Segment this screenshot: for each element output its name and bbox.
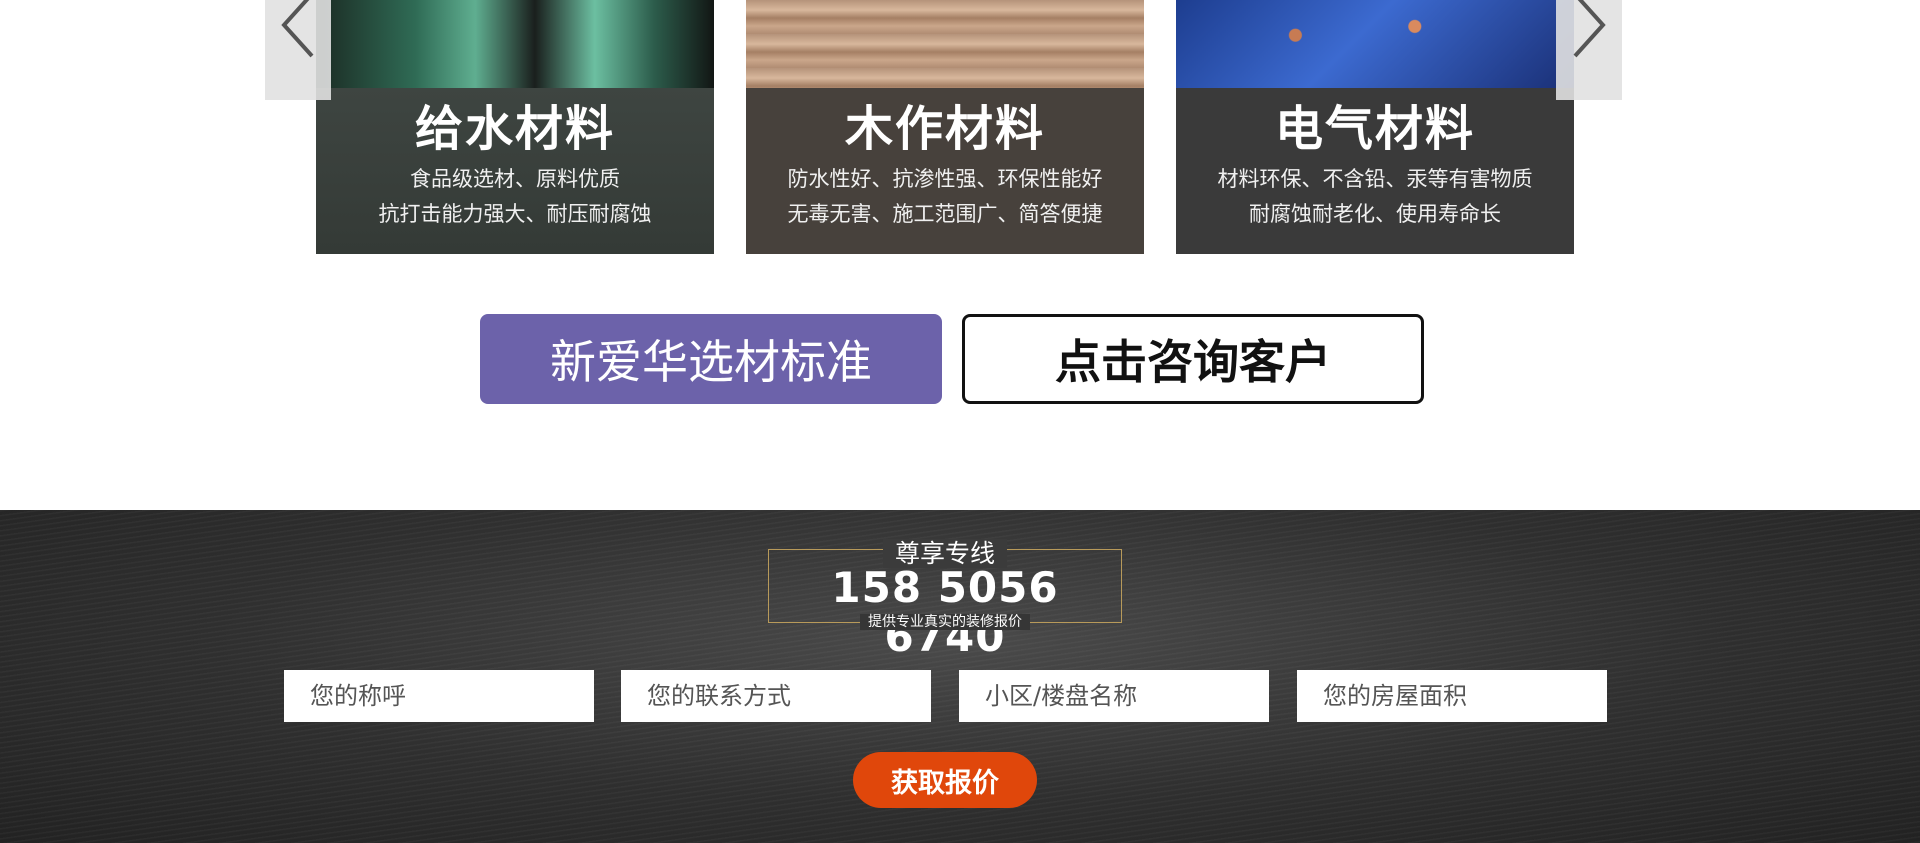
water-pipes-image: [316, 0, 714, 88]
hotline-note: 提供专业真实的装修报价: [860, 614, 1030, 630]
hotline-box: 尊享专线 158 5056 6740 提供专业真实的装修报价: [768, 539, 1122, 661]
card-title: 给水材料: [414, 101, 615, 157]
card-desc-line: 无毒无害、施工范围广、简答便捷: [787, 202, 1103, 226]
card-title: 电气材料: [1274, 101, 1475, 157]
material-card-panel: 木作材料 防水性好、抗渗性强、环保性能好 无毒无害、施工范围广、简答便捷: [746, 88, 1144, 254]
card-desc-line: 抗打击能力强大、耐压耐腐蚀: [378, 202, 652, 226]
name-input[interactable]: [284, 670, 594, 722]
get-quote-button[interactable]: 获取报价: [853, 752, 1037, 808]
card-desc-line: 耐腐蚀耐老化、使用寿命长: [1249, 202, 1501, 226]
area-input[interactable]: [1297, 670, 1607, 722]
card-title: 木作材料: [844, 101, 1045, 157]
material-card-electric[interactable]: 电气材料 材料环保、不含铅、汞等有害物质 耐腐蚀耐老化、使用寿命长: [1176, 0, 1574, 254]
carousel-next-button[interactable]: [1556, 0, 1622, 100]
chevron-left-icon: [281, 0, 314, 58]
wood-planks-image: [746, 0, 1144, 88]
consult-customer-button[interactable]: 点击咨询客户: [962, 314, 1424, 404]
copper-wires-image: [1176, 0, 1574, 88]
material-card-water[interactable]: 给水材料 食品级选材、原料优质 抗打击能力强大、耐压耐腐蚀: [316, 0, 714, 254]
card-desc-line: 食品级选材、原料优质: [410, 167, 620, 191]
card-desc-line: 材料环保、不含铅、汞等有害物质: [1217, 167, 1533, 191]
card-desc-line: 防水性好、抗渗性强、环保性能好: [787, 167, 1103, 191]
contact-input[interactable]: [621, 670, 931, 722]
material-standard-button[interactable]: 新爱华选材标准: [480, 314, 942, 404]
community-input[interactable]: [959, 670, 1269, 722]
carousel-prev-button[interactable]: [265, 0, 331, 100]
material-card-panel: 电气材料 材料环保、不含铅、汞等有害物质 耐腐蚀耐老化、使用寿命长: [1176, 88, 1574, 254]
material-card-wood[interactable]: 木作材料 防水性好、抗渗性强、环保性能好 无毒无害、施工范围广、简答便捷: [746, 0, 1144, 254]
materials-carousel: 给水材料 食品级选材、原料优质 抗打击能力强大、耐压耐腐蚀 木作材料 防水性好、…: [0, 0, 1920, 260]
quote-section: 尊享专线 158 5056 6740 提供专业真实的装修报价 获取报价: [0, 510, 1920, 843]
chevron-right-icon: [1573, 0, 1606, 58]
material-card-panel: 给水材料 食品级选材、原料优质 抗打击能力强大、耐压耐腐蚀: [316, 88, 714, 254]
